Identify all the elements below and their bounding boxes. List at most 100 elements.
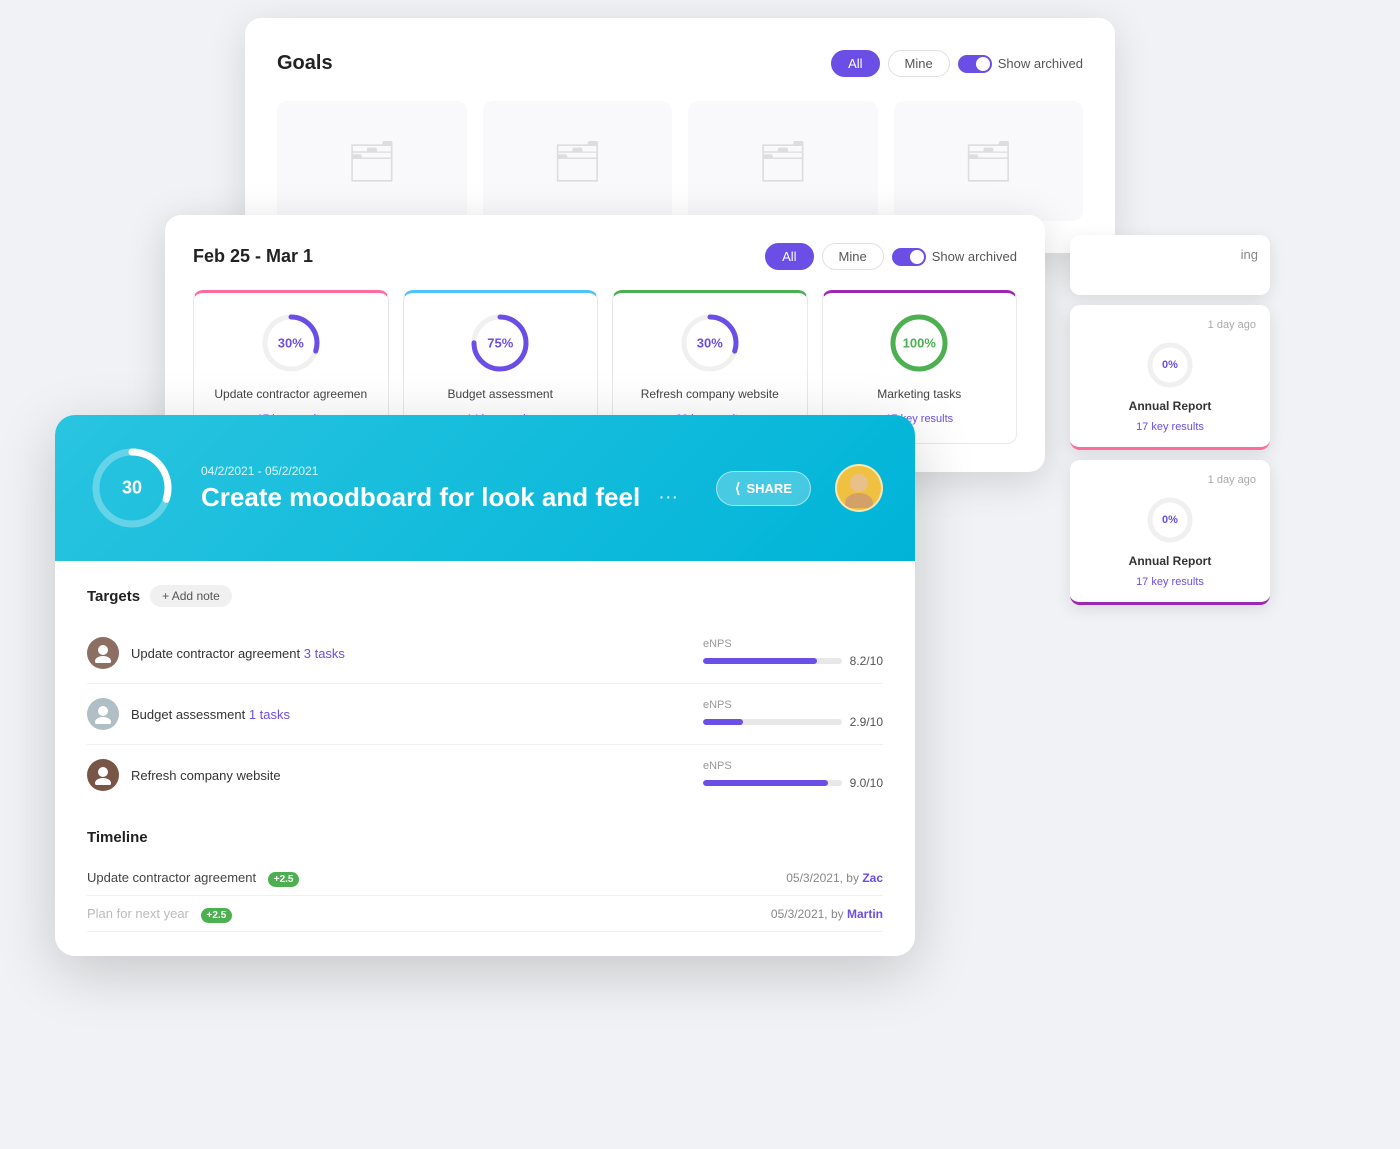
sidebar-card-1-meta: 17 key results bbox=[1136, 421, 1204, 433]
detail-more-button[interactable]: ··· bbox=[658, 486, 678, 509]
weekly-card-2-ring: 30% bbox=[678, 311, 742, 375]
sidebar-card-2-percent: 0% bbox=[1162, 514, 1178, 526]
weekly-archived-label: Show archived bbox=[932, 249, 1017, 264]
target-avatar-0 bbox=[87, 637, 119, 669]
sidebar-card-1-time: 1 day ago bbox=[1084, 319, 1256, 331]
sidebar-card-1-name: Annual Report bbox=[1129, 399, 1212, 413]
timeline-by-0: Zac bbox=[862, 871, 883, 885]
target-metric-value-1: 2.9/10 bbox=[850, 715, 883, 729]
weekly-filter-mine[interactable]: Mine bbox=[822, 243, 884, 270]
folder-icon-3: 🗂 bbox=[757, 138, 808, 185]
target-bar-fill-1 bbox=[703, 719, 743, 725]
timeline-date-1: 05/3/2021, by Martin bbox=[771, 907, 883, 921]
timeline-badge-1: +2.5 bbox=[201, 908, 233, 923]
target-avatar-2 bbox=[87, 759, 119, 791]
target-name-2: Refresh company website bbox=[131, 768, 703, 783]
goals-folders-grid: 🗂 🗂 🗂 🗂 bbox=[277, 101, 1083, 221]
weekly-filter-all[interactable]: All bbox=[765, 243, 813, 270]
target-bar-track-0 bbox=[703, 658, 842, 664]
sidebar-cards: ing 1 day ago 0% Annual Report 17 key re… bbox=[1070, 235, 1270, 605]
sidebar-card-2-meta: 17 key results bbox=[1136, 576, 1204, 588]
weekly-filter-group: All Mine Show archived bbox=[765, 243, 1017, 270]
target-metric-value-0: 8.2/10 bbox=[850, 654, 883, 668]
timeline-row-1: Plan for next year +2.5 05/3/2021, by Ma… bbox=[87, 896, 883, 932]
sidebar-annual-card-1[interactable]: 1 day ago 0% Annual Report 17 key result… bbox=[1070, 305, 1270, 450]
detail-body: Targets + Add note Update contractor agr… bbox=[55, 561, 915, 956]
target-bar-row-1: 2.9/10 bbox=[703, 715, 883, 729]
weekly-card-2-percent: 30% bbox=[697, 336, 723, 351]
add-note-button[interactable]: + Add note bbox=[150, 585, 232, 607]
goals-archived-label: Show archived bbox=[998, 56, 1083, 71]
weekly-card-1-ring: 75% bbox=[468, 311, 532, 375]
goal-folder-2[interactable]: 🗂 bbox=[483, 101, 673, 221]
timeline-item-name-0: Update contractor agreement +2.5 bbox=[87, 870, 786, 885]
weekly-panel-header: Feb 25 - Mar 1 All Mine Show archived bbox=[193, 243, 1017, 270]
goal-folder-3[interactable]: 🗂 bbox=[688, 101, 878, 221]
target-bar-track-1 bbox=[703, 719, 842, 725]
weekly-card-3-ring: 100% bbox=[887, 311, 951, 375]
target-row-1: Budget assessment 1 tasks eNPS 2.9/10 bbox=[87, 684, 883, 745]
target-link-1[interactable]: 1 tasks bbox=[249, 707, 290, 722]
weekly-card-3-percent: 100% bbox=[903, 336, 936, 351]
sidebar-annual-card-2[interactable]: 1 day ago 0% Annual Report 17 key result… bbox=[1070, 460, 1270, 605]
user-avatar bbox=[835, 464, 883, 512]
detail-date-range: 04/2/2021 - 05/2/2021 bbox=[201, 464, 692, 478]
timeline-by-1: Martin bbox=[847, 907, 883, 921]
weekly-archived-toggle[interactable] bbox=[892, 248, 926, 266]
sidebar-card-1-percent: 0% bbox=[1162, 359, 1178, 371]
weekly-card-0-name: Update contractor agreemen bbox=[214, 387, 367, 401]
weekly-card-0-percent: 30% bbox=[278, 336, 304, 351]
timeline-item-name-1: Plan for next year +2.5 bbox=[87, 906, 771, 921]
target-bar-row-2: 9.0/10 bbox=[703, 776, 883, 790]
goals-filter-group: All Mine Show archived bbox=[831, 50, 1083, 77]
target-metric-label-2: eNPS bbox=[703, 760, 732, 772]
goals-archived-toggle-label[interactable]: Show archived bbox=[958, 55, 1083, 73]
share-icon: ⟨ bbox=[735, 480, 740, 497]
target-row-0: Update contractor agreement 3 tasks eNPS… bbox=[87, 623, 883, 684]
scene: Goals All Mine Show archived 🗂 🗂 🗂 🗂 bbox=[0, 0, 1400, 1149]
target-bar-fill-0 bbox=[703, 658, 817, 664]
target-metric-2: eNPS 9.0/10 bbox=[703, 760, 883, 790]
goal-folder-4[interactable]: 🗂 bbox=[894, 101, 1084, 221]
folder-icon-4: 🗂 bbox=[963, 138, 1014, 185]
target-name-0: Update contractor agreement 3 tasks bbox=[131, 646, 703, 661]
sidebar-card-2-ring: 0% bbox=[1144, 494, 1196, 546]
detail-header-info: 04/2/2021 - 05/2/2021 Create moodboard f… bbox=[201, 464, 692, 513]
target-avatar-1 bbox=[87, 698, 119, 730]
target-bar-row-0: 8.2/10 bbox=[703, 654, 883, 668]
target-metric-value-2: 9.0/10 bbox=[850, 776, 883, 790]
detail-progress-ring: 30 bbox=[87, 443, 177, 533]
weekly-card-1-percent: 75% bbox=[487, 336, 513, 351]
sidebar-card-2-ring-area: 0% Annual Report 17 key results bbox=[1084, 494, 1256, 588]
sidebar-card-2-time: 1 day ago bbox=[1084, 474, 1256, 486]
sidebar-mini-partial-text: ing bbox=[1241, 247, 1258, 262]
share-label: SHARE bbox=[746, 481, 792, 496]
target-link-0[interactable]: 3 tasks bbox=[304, 646, 345, 661]
target-row-2: Refresh company website eNPS 9.0/10 bbox=[87, 745, 883, 805]
targets-title: Targets bbox=[87, 588, 140, 605]
weekly-card-0-ring: 30% bbox=[259, 311, 323, 375]
detail-header: 30 04/2/2021 - 05/2/2021 Create moodboar… bbox=[55, 415, 915, 561]
goals-filter-mine[interactable]: Mine bbox=[888, 50, 950, 77]
weekly-archived-toggle-label[interactable]: Show archived bbox=[892, 248, 1017, 266]
timeline-row-0: Update contractor agreement +2.5 05/3/20… bbox=[87, 860, 883, 896]
share-button[interactable]: ⟨ SHARE bbox=[716, 471, 811, 506]
sidebar-card-2-name: Annual Report bbox=[1129, 554, 1212, 568]
weekly-panel-title: Feb 25 - Mar 1 bbox=[193, 246, 313, 267]
folder-icon-1: 🗂 bbox=[346, 138, 397, 185]
targets-section-header: Targets + Add note bbox=[87, 585, 883, 607]
timeline-section: Timeline Update contractor agreement +2.… bbox=[87, 829, 883, 932]
target-metric-0: eNPS 8.2/10 bbox=[703, 638, 883, 668]
goals-panel-title: Goals bbox=[277, 52, 333, 75]
goals-panel-header: Goals All Mine Show archived bbox=[277, 50, 1083, 77]
goal-folder-1[interactable]: 🗂 bbox=[277, 101, 467, 221]
detail-percent: 30 bbox=[122, 478, 142, 499]
timeline-badge-0: +2.5 bbox=[268, 872, 300, 887]
target-name-1: Budget assessment 1 tasks bbox=[131, 707, 703, 722]
target-bar-fill-2 bbox=[703, 780, 828, 786]
goals-archived-toggle[interactable] bbox=[958, 55, 992, 73]
target-bar-track-2 bbox=[703, 780, 842, 786]
sidebar-mini-card-top-partial: ing bbox=[1070, 235, 1270, 295]
target-metric-label-1: eNPS bbox=[703, 699, 732, 711]
goals-filter-all[interactable]: All bbox=[831, 50, 879, 77]
